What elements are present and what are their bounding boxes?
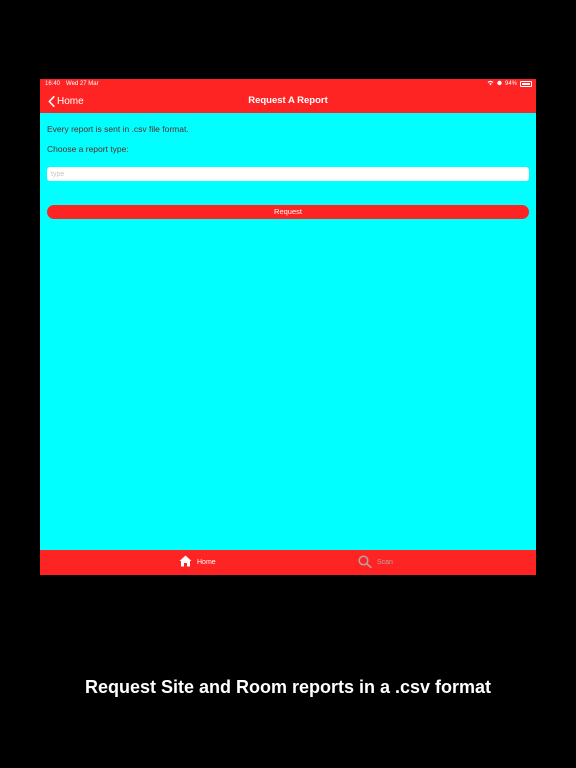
report-form: Every report is sent in .csv file format… [47,123,529,219]
request-button[interactable]: Request [47,205,529,219]
tab-bar: Home Scan [40,550,536,575]
tab-home-label: Home [197,558,216,566]
status-left: 16:40 Wed 27 Mar [45,81,99,87]
location-icon [497,80,502,88]
device-screen: 16:40 Wed 27 Mar 94% Home Request A Repo… [40,79,536,575]
status-time: 16:40 [45,81,61,87]
search-icon [358,554,372,570]
status-bar: 16:40 Wed 27 Mar 94% [40,79,536,89]
battery-icon [520,81,532,87]
status-date: Wed 27 Mar [66,81,99,87]
format-info-text: Every report is sent in .csv file format… [47,124,189,134]
status-right: 94% [487,80,532,88]
battery-percent: 94% [504,81,517,87]
home-icon [179,555,192,569]
tab-scan-label: Scan [377,558,393,566]
wifi-icon [487,80,494,88]
tab-scan[interactable]: Scan [358,554,393,570]
promo-caption: Request Site and Room reports in a .csv … [84,677,492,697]
page-title: Request A Report [248,95,328,106]
tab-home[interactable]: Home [179,555,216,569]
nav-bar: Home Request A Report [40,89,536,113]
report-type-label: Choose a report type: [47,144,129,154]
report-type-input[interactable] [47,167,529,181]
